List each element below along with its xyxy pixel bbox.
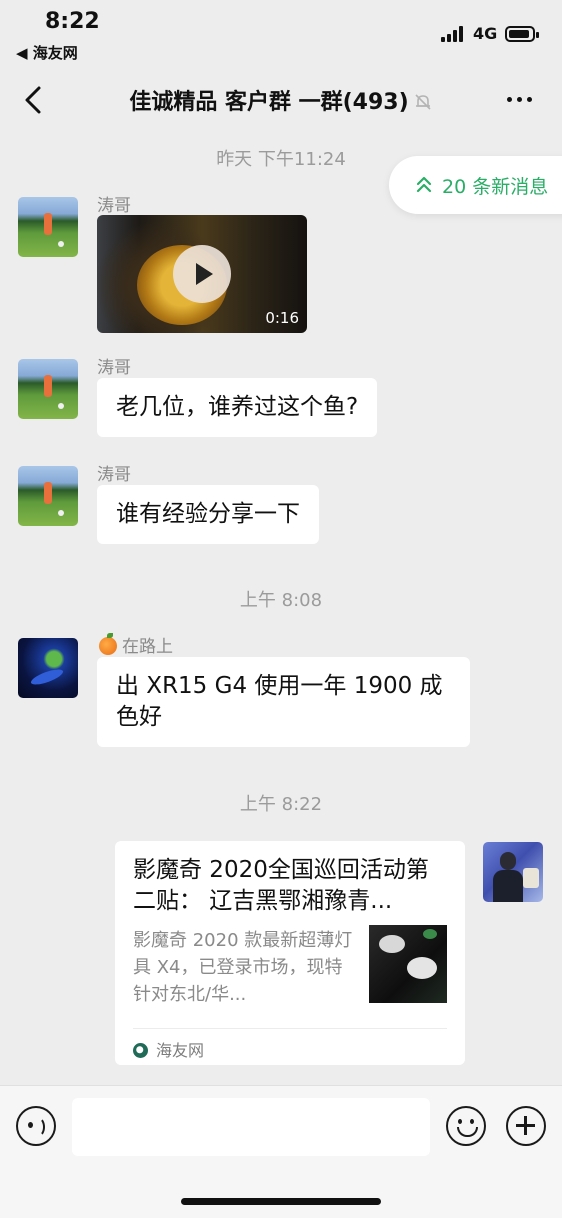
- divider: [133, 1028, 447, 1029]
- new-messages-label: 20 条新消息: [442, 176, 549, 198]
- my-avatar[interactable]: [483, 842, 543, 902]
- chat-title: 佳诚精品 客户群 一群(493): [129, 90, 409, 115]
- double-chevron-up-icon: [416, 176, 432, 193]
- cellular-signal-icon: [441, 26, 467, 42]
- message-input[interactable]: [72, 1098, 430, 1156]
- message-bubble[interactable]: 出 XR15 G4 使用一年 1900 成色好: [97, 657, 470, 747]
- status-bar: 8:22 ◀ 海友网 4G: [0, 0, 562, 70]
- back-to-app-link[interactable]: ◀ 海友网: [16, 42, 78, 63]
- play-icon[interactable]: [173, 245, 231, 303]
- home-indicator[interactable]: [181, 1198, 381, 1205]
- chat-title-wrap: 佳诚精品 客户群 一群(493): [0, 84, 562, 116]
- orange-emoji-icon: [99, 633, 117, 655]
- battery-icon: [505, 26, 539, 42]
- message-bubble[interactable]: 谁有经验分享一下: [97, 485, 319, 544]
- message-bubble[interactable]: 老几位，谁养过这个鱼?: [97, 378, 378, 437]
- avatar[interactable]: [18, 638, 78, 698]
- chat-header: 佳诚精品 客户群 一群(493): [0, 70, 562, 130]
- timestamp: 上午 8:08: [239, 590, 323, 611]
- sender-name: 涛哥: [97, 465, 131, 485]
- new-messages-button[interactable]: 20 条新消息: [389, 156, 562, 214]
- video-duration: 0:16: [265, 309, 299, 327]
- avatar[interactable]: [18, 197, 78, 257]
- sender-name-wrap: 在路上: [99, 632, 173, 657]
- link-card[interactable]: 影魔奇 2020全国巡回活动第二贴： 辽吉黑鄂湘豫青... 影魔奇 2020 款…: [115, 841, 465, 1065]
- video-message[interactable]: 0:16: [97, 215, 307, 333]
- sender-name: 在路上: [122, 637, 173, 657]
- link-card-source-name: 海友网: [156, 1041, 205, 1060]
- plus-icon[interactable]: [506, 1106, 546, 1146]
- more-dots-icon[interactable]: [505, 97, 535, 103]
- timestamp: 上午 8:22: [239, 794, 323, 815]
- avatar[interactable]: [18, 359, 78, 419]
- status-time: 8:22: [45, 9, 100, 34]
- link-card-title: 影魔奇 2020全国巡回活动第二贴： 辽吉黑鄂湘豫青...: [133, 857, 429, 914]
- sender-name: 涛哥: [97, 196, 131, 216]
- voice-icon[interactable]: [16, 1106, 56, 1146]
- link-card-description: 影魔奇 2020 款最新超薄灯具 X4，已登录市场，现特针对东北/华...: [133, 930, 353, 1005]
- bell-off-icon: [415, 94, 431, 110]
- link-card-source: 海友网: [133, 1037, 204, 1061]
- avatar[interactable]: [18, 466, 78, 526]
- network-type: 4G: [473, 24, 498, 43]
- sender-name: 涛哥: [97, 358, 131, 378]
- source-logo-icon: [133, 1043, 148, 1058]
- link-card-thumbnail: [369, 925, 447, 1003]
- emoji-icon[interactable]: [446, 1106, 486, 1146]
